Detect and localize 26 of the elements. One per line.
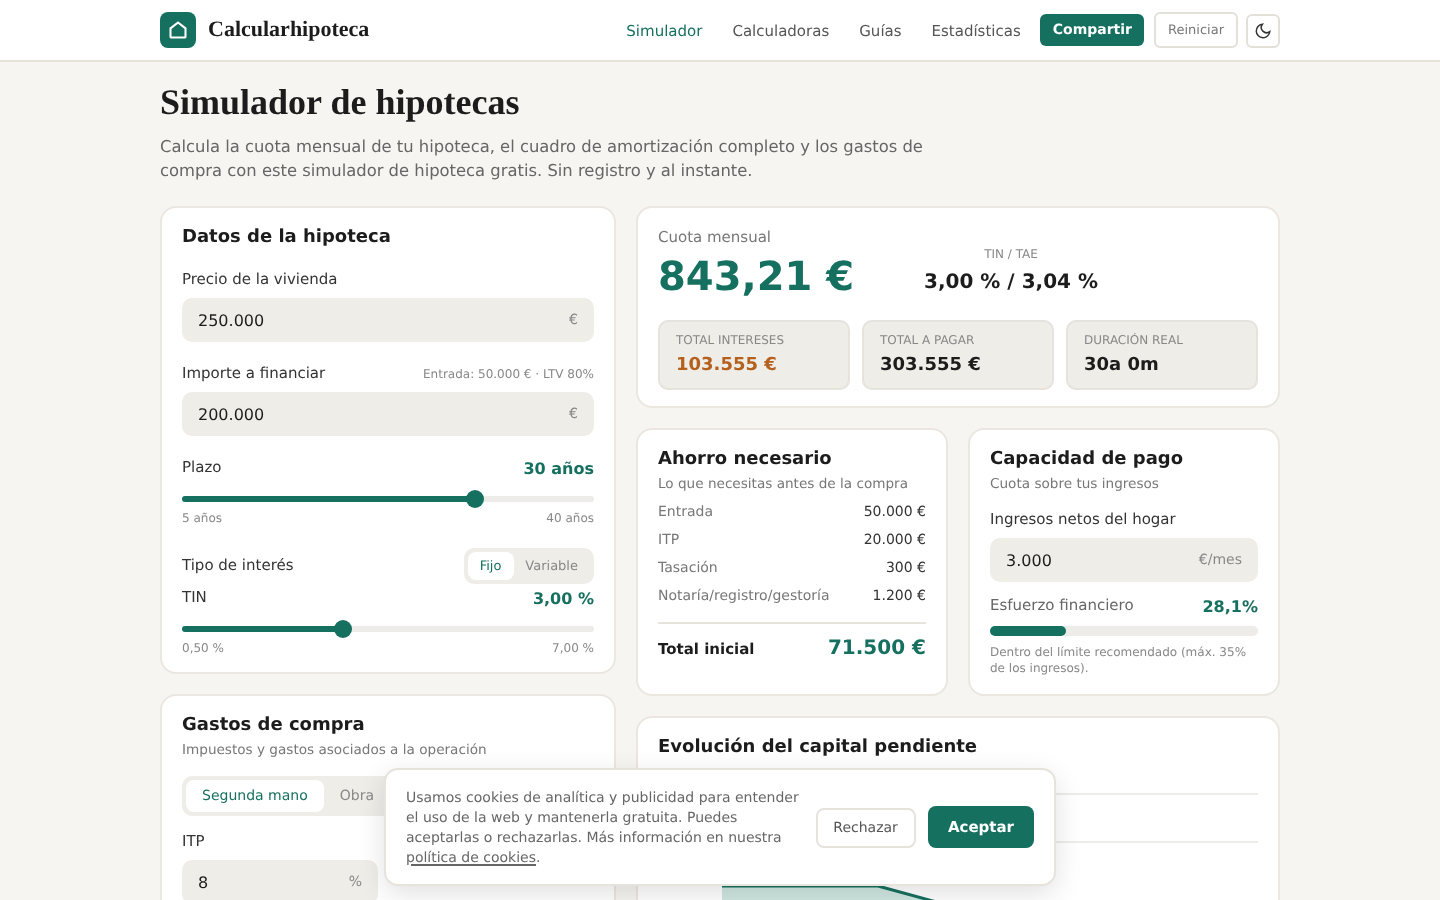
slider-handle[interactable] (334, 620, 353, 638)
card-title: Ahorro necesario (658, 450, 834, 470)
theme-toggle-button[interactable] (1246, 13, 1280, 47)
slider-value: 30 años (523, 459, 594, 477)
page-title: Simulador de hipotecas (160, 82, 522, 124)
intro-text: Calcula la cuota mensual de tu hipoteca, el cuadro de amortización completo y los gastos de compra con este simulador de hipoteca gratis. Sin registro y al instante. (160, 134, 925, 182)
slider-value: 3,00 % (532, 589, 594, 607)
slider-handle[interactable] (466, 490, 485, 508)
brand-name: Calcularhipoteca (208, 18, 370, 42)
house-logo-icon (160, 12, 196, 48)
moon-icon (1254, 21, 1272, 39)
card-title: Gastos de compra (182, 716, 367, 736)
stat-value: 30a 0m (1084, 356, 1161, 376)
card-title: Capacidad de pago (990, 450, 1186, 470)
rate-value: 3,00 % / 3,04 % (924, 272, 1098, 294)
field-value: 200.000 (198, 405, 267, 423)
total-value: 71.500 € (827, 638, 926, 660)
field-value: 250.000 (198, 311, 267, 329)
field-value: 3.000 (1006, 551, 1054, 569)
stat-value: 303.555 € (880, 356, 983, 376)
field-value: 8 (198, 873, 211, 891)
effort-value: 28,1% (1202, 597, 1258, 615)
stat-value: 103.555 € (676, 356, 779, 376)
card-title: Evolución del capital pendiente (658, 738, 980, 758)
monthly-payment: 843,21 € (658, 252, 855, 300)
card-title: Datos de la hipoteca (182, 228, 393, 248)
